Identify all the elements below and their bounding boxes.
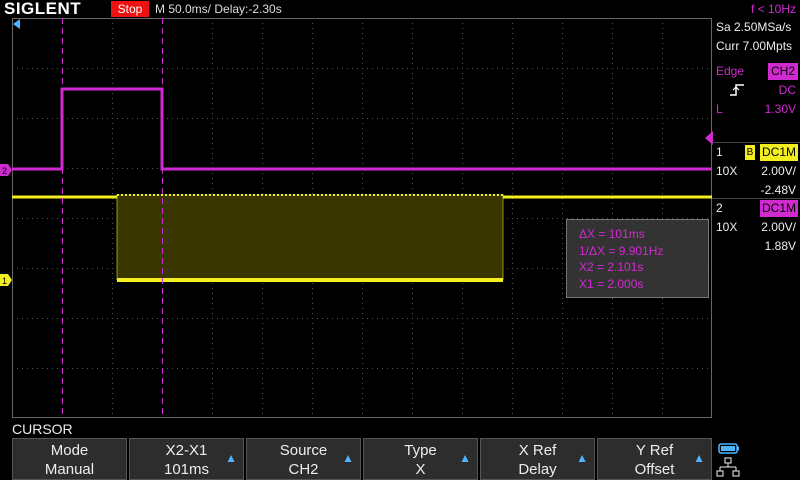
trigger-level: 1.30V	[764, 102, 796, 116]
brand-logo: SIGLENT	[4, 0, 82, 18]
adjust-knob-icon: ▲	[693, 451, 705, 465]
trigger-source: CH2	[767, 63, 798, 80]
top-status-bar: SIGLENT Stop M 50.0ms/ Delay:-2.30s f < …	[0, 0, 800, 18]
delta-x-value: ΔX = 101ms	[579, 227, 645, 241]
battery-icon	[718, 443, 739, 454]
mode-value: Manual	[44, 461, 95, 478]
adjust-knob-icon: ▲	[459, 451, 471, 465]
acquisition-panel: Sa 2.50MSa/s Curr 7.00Mpts	[712, 18, 800, 56]
ch1-scale: 2.00V/	[761, 164, 796, 178]
x-ref-button[interactable]: X Ref Delay ▲	[480, 438, 595, 480]
adjust-knob-icon: ▲	[342, 451, 354, 465]
sample-rate: Sa 2.50MSa/s	[716, 20, 792, 34]
ch2-coupling: DC1M	[759, 200, 798, 217]
network-icon	[716, 457, 740, 477]
channel-markers: 2 1	[0, 164, 12, 286]
svg-text:2: 2	[2, 166, 7, 176]
ch2-info-panel[interactable]: 2 DC1M 10X 2.00V/ 1.88V	[712, 198, 800, 255]
ch2-ground-marker[interactable]: 2	[0, 164, 12, 176]
svg-text:1: 1	[2, 276, 7, 286]
trigger-type: Edge	[716, 64, 745, 78]
menu-title: CURSOR	[12, 421, 73, 437]
timebase-readout: M 50.0ms/ Delay:-2.30s	[155, 2, 282, 16]
adjust-knob-icon: ▲	[225, 451, 237, 465]
mode-label: Mode	[50, 442, 89, 459]
ch2-scale: 2.00V/	[761, 220, 796, 234]
ch1-probe: 10X	[716, 164, 738, 178]
ch2-number: 2	[716, 201, 723, 215]
mode-button[interactable]: Mode Manual	[12, 438, 127, 480]
trigger-panel[interactable]: Edge CH2 DC L 1.30V	[712, 62, 800, 132]
ch2-offset: 1.88V	[764, 239, 796, 253]
trigger-position-marker[interactable]	[13, 19, 20, 29]
trigger-coupling: DC	[778, 83, 796, 97]
ch1-info-panel[interactable]: 1 B DC1M 10X 2.00V/ -2.48V	[712, 142, 800, 199]
x1-value: X1 = 2.000s	[579, 276, 644, 291]
adjust-knob-icon: ▲	[576, 451, 588, 465]
trigger-level-label: L	[716, 102, 723, 116]
cursor-measurement-box: ΔX = 101ms 1/ΔX = 9.901Hz X2 = 2.101s X1…	[566, 219, 709, 298]
x2-x1-button[interactable]: X2-X1 101ms ▲	[129, 438, 244, 480]
waveform-display[interactable]	[12, 18, 712, 418]
ch1-ground-marker[interactable]: 1	[0, 274, 12, 286]
run-state-badge[interactable]: Stop	[111, 1, 149, 17]
source-button[interactable]: Source CH2 ▲	[246, 438, 361, 480]
frequency-counter: f < 10Hz	[750, 2, 796, 16]
x2-value: X2 = 2.101s	[579, 260, 644, 274]
system-status-icons	[716, 443, 740, 477]
memory-depth: Curr 7.00Mpts	[716, 39, 793, 53]
y-ref-button[interactable]: Y Ref Offset ▲	[597, 438, 712, 480]
ch1-bandwidth-limit: B	[745, 145, 755, 160]
type-button[interactable]: Type X ▲	[363, 438, 478, 480]
ch1-coupling: DC1M	[759, 144, 798, 161]
ch1-number: 1	[716, 145, 723, 159]
ch2-probe: 10X	[716, 220, 738, 234]
inverse-delta-x-value: 1/ΔX = 9.901Hz	[579, 243, 664, 258]
